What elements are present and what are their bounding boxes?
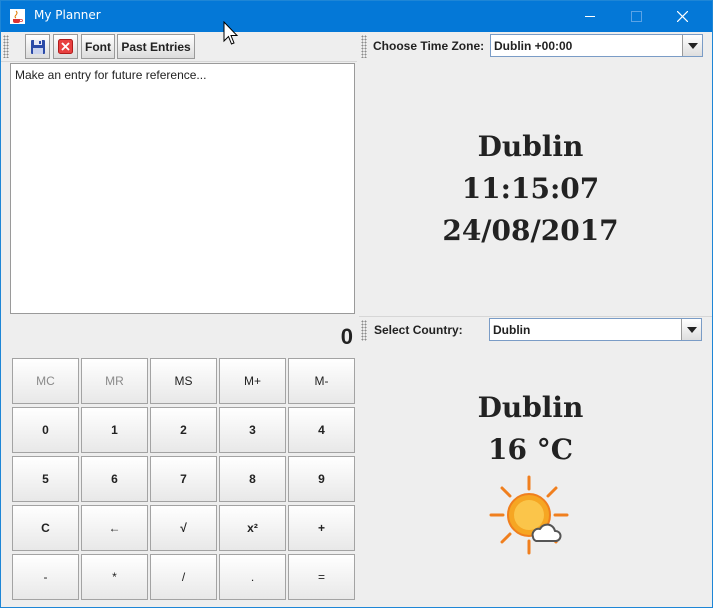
key-6[interactable]: 6 bbox=[81, 456, 148, 502]
key-3[interactable]: 3 bbox=[219, 407, 286, 453]
maximize-icon bbox=[630, 11, 642, 22]
entry-toolbar: Font Past Entries bbox=[1, 32, 357, 62]
key-decimal[interactable]: . bbox=[219, 554, 286, 600]
maximize-button[interactable] bbox=[613, 1, 659, 32]
save-button[interactable] bbox=[25, 34, 50, 59]
key-square[interactable]: x² bbox=[219, 505, 286, 551]
clock-date: 24/08/2017 bbox=[442, 214, 619, 247]
key-divide[interactable]: / bbox=[150, 554, 217, 600]
title-bar[interactable]: My Planner bbox=[1, 1, 712, 32]
key-5[interactable]: 5 bbox=[12, 456, 79, 502]
toolbar-grip[interactable] bbox=[361, 320, 367, 341]
close-button[interactable] bbox=[659, 1, 705, 32]
chevron-down-icon[interactable] bbox=[681, 319, 701, 340]
delete-button[interactable] bbox=[53, 34, 78, 59]
key-8[interactable]: 8 bbox=[219, 456, 286, 502]
key-9[interactable]: 9 bbox=[288, 456, 355, 502]
key-clear[interactable]: C bbox=[12, 505, 79, 551]
key-multiply[interactable]: * bbox=[81, 554, 148, 600]
weather-temperature: 16 °C bbox=[488, 433, 573, 466]
font-button[interactable]: Font bbox=[81, 34, 115, 59]
timezone-selected-value: Dublin +00:00 bbox=[494, 39, 573, 53]
key-4[interactable]: 4 bbox=[288, 407, 355, 453]
calculator-display: 0 bbox=[340, 324, 353, 349]
key-add[interactable]: + bbox=[288, 505, 355, 551]
key-sqrt[interactable]: √ bbox=[150, 505, 217, 551]
timezone-label: Choose Time Zone: bbox=[373, 39, 485, 53]
mouse-pointer-icon bbox=[223, 21, 239, 45]
red-x-icon bbox=[58, 39, 73, 54]
sun-behind-cloud-icon bbox=[489, 475, 569, 555]
weather-city: Dublin bbox=[477, 391, 584, 424]
past-entries-button[interactable]: Past Entries bbox=[117, 34, 195, 59]
minimize-icon bbox=[585, 16, 595, 17]
minimize-button[interactable] bbox=[567, 1, 613, 32]
planner-window: My Planner Font Past Entries Make an ent… bbox=[0, 0, 713, 608]
floppy-disk-icon bbox=[30, 39, 45, 54]
entry-textarea[interactable] bbox=[11, 64, 354, 313]
key-mc[interactable]: MC bbox=[12, 358, 79, 404]
timezone-select[interactable]: Dublin +00:00 bbox=[490, 34, 703, 57]
clock-time: 11:15:07 bbox=[461, 172, 600, 205]
chevron-down-icon[interactable] bbox=[682, 35, 702, 56]
key-1[interactable]: 1 bbox=[81, 407, 148, 453]
country-label: Select Country: bbox=[374, 323, 463, 337]
key-mr[interactable]: MR bbox=[81, 358, 148, 404]
timezone-toolbar: Choose Time Zone: Dublin +00:00 bbox=[359, 32, 712, 61]
key-0[interactable]: 0 bbox=[12, 407, 79, 453]
key-subtract[interactable]: - bbox=[12, 554, 79, 600]
close-icon bbox=[676, 11, 688, 22]
country-toolbar: Select Country: Dublin bbox=[359, 316, 712, 345]
key-ms[interactable]: MS bbox=[150, 358, 217, 404]
key-backspace[interactable]: ← bbox=[81, 505, 148, 551]
toolbar-grip[interactable] bbox=[3, 35, 9, 58]
clock-city: Dublin bbox=[477, 130, 584, 163]
country-select[interactable]: Dublin bbox=[489, 318, 702, 341]
key-m-minus[interactable]: M- bbox=[288, 358, 355, 404]
key-m-plus[interactable]: M+ bbox=[219, 358, 286, 404]
window-title: My Planner bbox=[34, 8, 101, 22]
java-cup-icon bbox=[10, 9, 25, 24]
toolbar-grip[interactable] bbox=[361, 35, 367, 58]
key-equals[interactable]: = bbox=[288, 554, 355, 600]
country-selected-value: Dublin bbox=[493, 323, 531, 337]
clock-panel: Dublin 11:15:07 24/08/2017 bbox=[359, 62, 712, 315]
entry-editor bbox=[10, 63, 355, 314]
weather-panel: Dublin 16 °C bbox=[359, 345, 712, 607]
key-7[interactable]: 7 bbox=[150, 456, 217, 502]
calculator-keypad: MC MR MS M+ M- 0 1 2 3 4 5 6 7 8 9 C ← √… bbox=[12, 358, 355, 602]
key-2[interactable]: 2 bbox=[150, 407, 217, 453]
